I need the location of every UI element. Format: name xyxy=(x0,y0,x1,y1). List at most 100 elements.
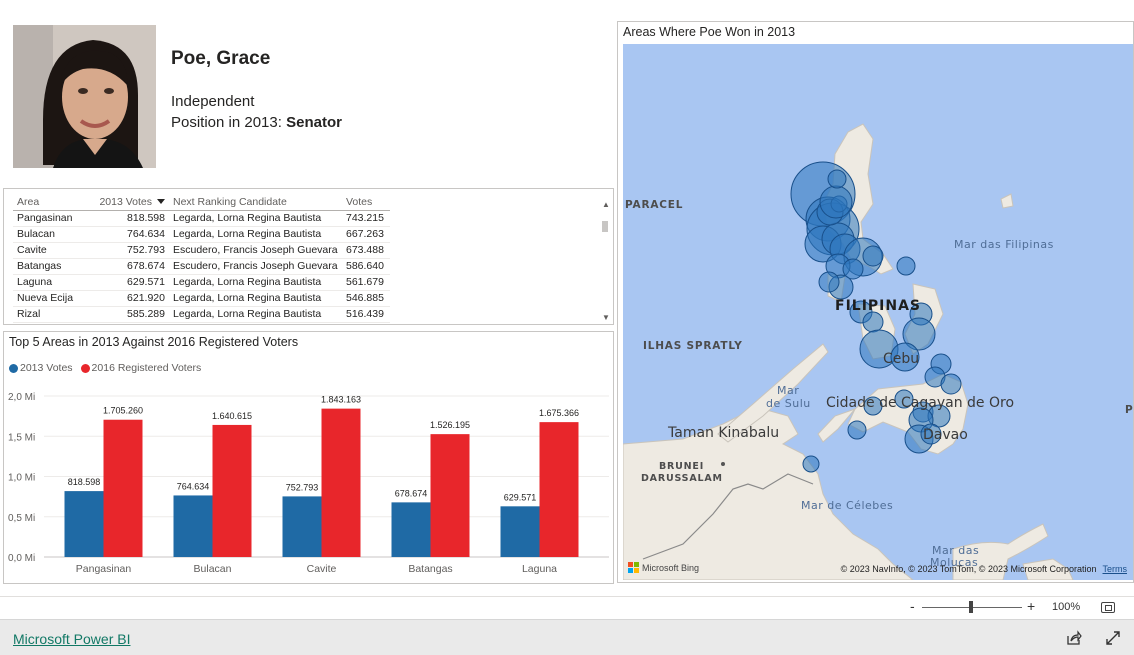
table-row[interactable]: Nueva Ecija 621.920 Legarda, Lorna Regina … xyxy=(13,290,390,307)
map-label-sulu-sea-line1: Mar xyxy=(777,384,800,397)
column-header-area[interactable]: Area xyxy=(13,195,86,211)
map-label-filipinas: FILIPINAS xyxy=(835,298,922,314)
votes-table: Area 2013 Votes Next Ranking Candidate V… xyxy=(13,195,390,323)
bar-data-label: 1.526.195 xyxy=(430,420,470,430)
y-tick-label: 2,0 Mi xyxy=(8,392,35,403)
map-label-brunei-line1: BRUNEI xyxy=(659,461,705,472)
bar-data-label: 678.674 xyxy=(395,488,428,498)
map-label-cagayan: Cidade de Cagayan de Oro xyxy=(826,395,1015,411)
scroll-up-icon[interactable]: ▲ xyxy=(602,201,610,209)
share-icon[interactable] xyxy=(1066,630,1082,646)
cell-next-candidate: Legarda, Lorna Regina Bautista xyxy=(169,306,342,323)
y-tick-label: 0,5 Mi xyxy=(8,513,35,524)
column-header-label: 2013 Votes xyxy=(99,196,152,209)
map-title: Areas Where Poe Won in 2013 xyxy=(623,25,796,39)
scroll-down-icon[interactable]: ▼ xyxy=(602,314,610,322)
bar-data-label: 818.598 xyxy=(68,477,101,487)
y-tick-label: 1,5 Mi xyxy=(8,432,35,443)
table-header-row: Area 2013 Votes Next Ranking Candidate V… xyxy=(13,195,390,211)
bar-2016-registered-bulacan[interactable] xyxy=(212,424,252,557)
cell-2013-votes: 818.598 xyxy=(86,210,169,227)
table-row[interactable]: Bulacan 764.634 Legarda, Lorna Regina Baut… xyxy=(13,226,390,243)
footer-bar: Microsoft Power BI xyxy=(0,619,1134,655)
fit-to-page-icon[interactable] xyxy=(1101,602,1115,613)
bar-2013-votes-bulacan[interactable] xyxy=(173,495,213,557)
cell-votes: 546.885 xyxy=(342,290,390,307)
candidate-name: Poe, Grace xyxy=(171,48,271,69)
column-header-label: Area xyxy=(17,196,40,209)
map-credits-text: © 2023 NavInfo, © 2023 TomTom, © 2023 Mi… xyxy=(840,564,1097,574)
area-bubble[interactable] xyxy=(802,455,820,473)
x-category-label: Bulacan xyxy=(194,563,232,575)
table-row[interactable]: Batangas 678.674 Escudero, Francis Joseph … xyxy=(13,258,390,275)
bar-data-label: 629.571 xyxy=(504,492,537,502)
column-header-2013-votes[interactable]: 2013 Votes xyxy=(86,195,169,211)
zoom-out-button[interactable]: - xyxy=(910,598,915,614)
area-bubble[interactable] xyxy=(842,258,864,280)
area-bubble[interactable] xyxy=(827,169,847,189)
cell-votes: 561.679 xyxy=(342,274,390,291)
cell-next-candidate: Legarda, Lorna Regina Bautista xyxy=(169,290,342,307)
table-row[interactable]: Laguna 629.571 Legarda, Lorna Regina Bauti… xyxy=(13,274,390,291)
cell-2013-votes: 678.674 xyxy=(86,258,169,275)
bar-data-label: 1.675.366 xyxy=(539,408,579,418)
bar-2016-registered-pangasinan[interactable] xyxy=(103,419,143,557)
sort-descending-icon xyxy=(157,199,165,205)
column-header-label: Next Ranking Candidate xyxy=(173,196,287,209)
area-bubble[interactable] xyxy=(896,256,916,276)
area-bubble[interactable] xyxy=(862,245,884,267)
cell-area: Rizal xyxy=(13,306,86,323)
zoom-slider-thumb[interactable] xyxy=(969,601,973,613)
top5-bar-chart-visual[interactable]: Top 5 Areas in 2013 Against 2016 Registe… xyxy=(3,331,614,584)
x-category-label: Laguna xyxy=(522,563,557,575)
bar-2016-registered-cavite[interactable] xyxy=(321,408,361,557)
bar-2013-votes-laguna[interactable] xyxy=(500,506,540,557)
zoom-in-button[interactable]: + xyxy=(1027,598,1035,614)
bing-logo: Microsoft Bing xyxy=(628,562,699,573)
votes-table-visual[interactable]: Area 2013 Votes Next Ranking Candidate V… xyxy=(3,188,614,325)
x-category-label: Pangasinan xyxy=(76,563,132,575)
bar-data-label: 1.705.260 xyxy=(103,406,143,416)
scrollbar-thumb[interactable] xyxy=(602,221,608,232)
map-label-mar-filipinas: Mar das Filipinas xyxy=(954,238,1054,251)
bar-2013-votes-batangas[interactable] xyxy=(391,502,431,557)
table-row[interactable]: Pangasinan 818.598 Legarda, Lorna Regina B… xyxy=(13,210,390,227)
cell-votes: 743.215 xyxy=(342,210,390,227)
area-bubble[interactable] xyxy=(819,185,853,219)
map-visual[interactable]: Areas Where Poe Won in 2013 PARACEL ILHA… xyxy=(617,21,1134,583)
area-bubble[interactable] xyxy=(847,420,867,440)
area-bubble[interactable] xyxy=(940,373,962,395)
fullscreen-icon[interactable] xyxy=(1105,630,1121,646)
bar-2016-registered-laguna[interactable] xyxy=(539,422,579,557)
bar-data-label: 1.640.615 xyxy=(212,411,252,421)
area-bubble[interactable] xyxy=(862,311,884,333)
map-terms-link[interactable]: Terms xyxy=(1103,564,1128,574)
cell-votes: 667.263 xyxy=(342,226,390,243)
column-header-votes[interactable]: Votes xyxy=(342,195,390,211)
map-label-edge: P xyxy=(1125,404,1134,416)
map-label-brunei-line2: DARUSSALAM xyxy=(641,473,723,484)
map-label-davao: Davao xyxy=(923,427,968,443)
cell-next-candidate: Legarda, Lorna Regina Bautista xyxy=(169,210,342,227)
bar-2013-votes-pangasinan[interactable] xyxy=(64,491,104,557)
table-row[interactable]: Rizal 585.289 Legarda, Lorna Regina Bautis… xyxy=(13,306,390,323)
bar-2016-registered-batangas[interactable] xyxy=(430,434,470,557)
position-value: Senator xyxy=(286,114,342,131)
cell-area: Bulacan xyxy=(13,226,86,243)
map-label-cebu: Cebu xyxy=(883,351,920,367)
cell-2013-votes: 764.634 xyxy=(86,226,169,243)
bubble-map[interactable]: PARACEL ILHAS SPRATLY Mar de Sulu FILIPI… xyxy=(623,44,1134,580)
cell-area: Nueva Ecija xyxy=(13,290,86,307)
bar-data-label: 752.793 xyxy=(286,482,319,492)
area-bubble[interactable] xyxy=(818,271,840,293)
column-header-label: Votes xyxy=(346,196,373,209)
bar-2013-votes-cavite[interactable] xyxy=(282,496,322,557)
x-category-label: Batangas xyxy=(408,563,452,575)
table-scrollbar[interactable]: ▲ ▼ xyxy=(601,201,610,322)
map-label-kinabalu: Taman Kinabalu xyxy=(668,425,780,441)
column-header-next-candidate[interactable]: Next Ranking Candidate xyxy=(169,195,342,211)
table-row[interactable]: Cavite 752.793 Escudero, Francis Joseph Gu… xyxy=(13,242,390,259)
power-bi-link[interactable]: Microsoft Power BI xyxy=(13,631,130,647)
bar-data-label: 1.843.163 xyxy=(321,395,361,405)
zoom-bar: - + 100% xyxy=(0,596,1134,618)
